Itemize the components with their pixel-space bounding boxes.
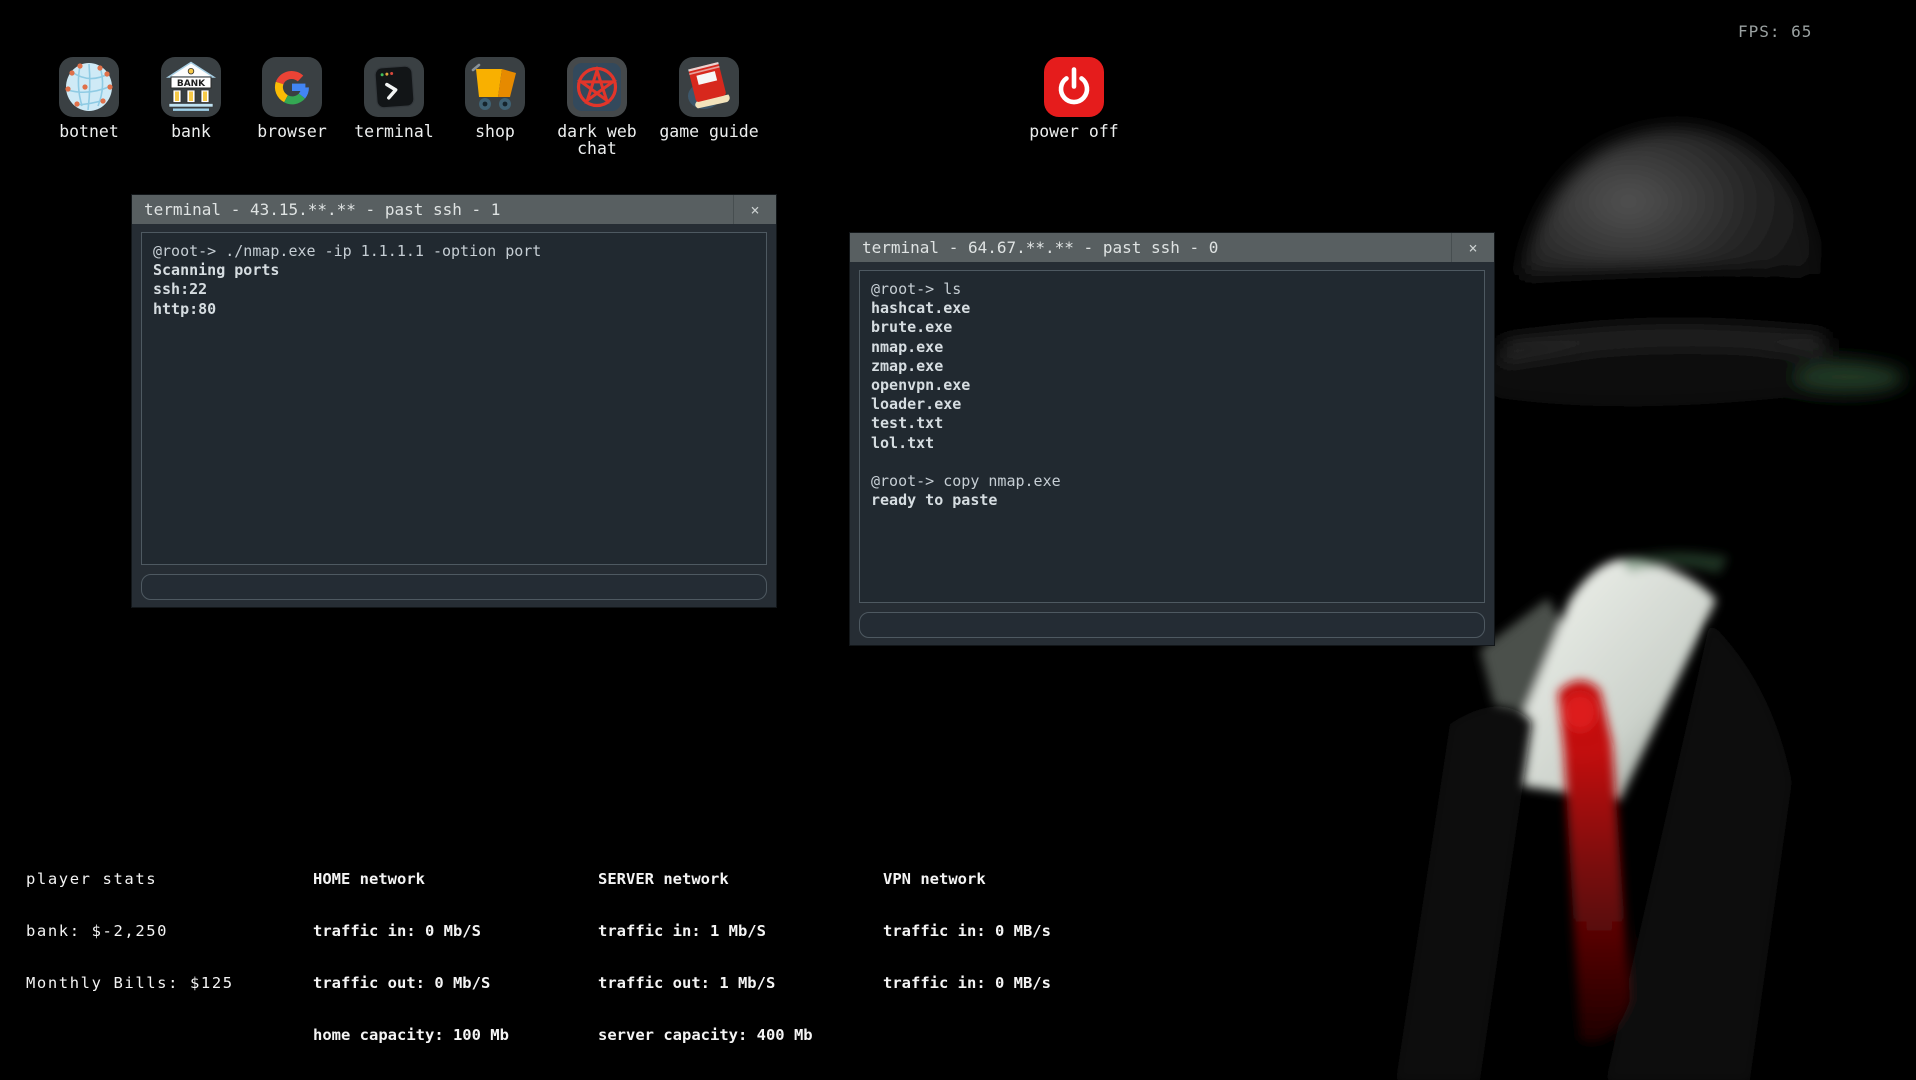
desktop-icon-terminal[interactable]: terminal [339, 56, 449, 140]
desktop-icon-game-guide[interactable]: game guide [654, 56, 764, 140]
stats-line: traffic in: 1 Mb/S [598, 923, 841, 940]
terminal-line: @root-> ./nmap.exe -ip 1.1.1.1 -option p… [153, 242, 755, 261]
terminal-line: openvpn.exe [871, 376, 1473, 395]
stats-line: traffic out: 1 Mb/S [598, 975, 841, 992]
stats-line: traffic in: 0 MB/s [883, 923, 1051, 940]
power-icon [1043, 56, 1105, 118]
terminal-window-1: terminal - 43.15.**.** - past ssh - 1 × … [131, 194, 777, 608]
window-title: terminal - 64.67.**.** - past ssh - 0 [862, 238, 1218, 257]
home-network-panel: HOME network traffic in: 0 Mb/S traffic … [313, 836, 509, 1080]
window-titlebar[interactable]: terminal - 43.15.**.** - past ssh - 1 × [132, 195, 776, 224]
browser-icon [261, 56, 323, 118]
stats-line: traffic in: 0 MB/s [883, 975, 1051, 992]
window-body: @root-> ./nmap.exe -ip 1.1.1.1 -option p… [132, 224, 776, 607]
icon-label: bank [136, 123, 246, 140]
icon-label: power off [1019, 123, 1129, 140]
icon-label: dark web chat [549, 123, 645, 157]
stats-line: bank: $-2,250 [26, 923, 234, 940]
desktop-icon-dark-web-chat[interactable]: dark web chat [549, 56, 645, 157]
close-icon[interactable]: × [733, 195, 776, 224]
botnet-icon [58, 56, 120, 118]
terminal-output: @root-> ls hashcat.exe brute.exe nmap.ex… [859, 270, 1485, 603]
suit-and-tie [1396, 622, 1792, 1080]
terminal-line: lol.txt [871, 434, 1473, 453]
terminal-window-2: terminal - 64.67.**.** - past ssh - 0 × … [849, 232, 1495, 646]
terminal-line: brute.exe [871, 318, 1473, 337]
terminal-line: ready to paste [871, 491, 1473, 510]
fps-counter: FPS: 65 [1738, 22, 1812, 41]
terminal-line: @root-> ls [871, 280, 1473, 299]
icon-label: terminal [339, 123, 449, 140]
stats-line: traffic in: 0 Mb/S [313, 923, 509, 940]
close-icon[interactable]: × [1451, 233, 1494, 262]
terminal-line: Scanning ports [153, 261, 755, 280]
shop-icon [464, 56, 526, 118]
book-icon [678, 56, 740, 118]
terminal-line: hashcat.exe [871, 299, 1473, 318]
bank-sign-text: BANK [177, 79, 206, 89]
terminal-line: loader.exe [871, 395, 1473, 414]
terminal-line: http:80 [153, 300, 755, 319]
terminal-line [871, 453, 1473, 472]
terminal-input[interactable] [141, 574, 767, 600]
bank-icon: BANK [160, 56, 222, 118]
stats-line: traffic out: 0 Mb/S [313, 975, 509, 992]
server-network-panel: SERVER network traffic in: 1 Mb/S traffi… [598, 836, 841, 1080]
desktop-icon-bank[interactable]: BANK bank [136, 56, 246, 140]
desktop-icon-botnet[interactable]: botnet [34, 56, 144, 140]
stats-line: home capacity: 100 Mb [313, 1027, 509, 1044]
window-titlebar[interactable]: terminal - 64.67.**.** - past ssh - 0 × [850, 233, 1494, 262]
terminal-line: ssh:22 [153, 280, 755, 299]
stats-line: Monthly Bills: $125 [26, 975, 234, 992]
fedora-hat [1476, 128, 1906, 407]
stats-title: player stats [26, 871, 234, 888]
desktop-icon-browser[interactable]: browser [237, 56, 347, 140]
stats-title: VPN network [883, 871, 1051, 888]
window-body: @root-> ls hashcat.exe brute.exe nmap.ex… [850, 262, 1494, 645]
terminal-line: zmap.exe [871, 357, 1473, 376]
stats-title: HOME network [313, 871, 509, 888]
player-stats-panel: player stats bank: $-2,250 Monthly Bills… [26, 836, 234, 1027]
icon-label: browser [237, 123, 347, 140]
desktop-icon-shop[interactable]: shop [440, 56, 550, 140]
icon-label: game guide [654, 123, 764, 140]
terminal-line: nmap.exe [871, 338, 1473, 357]
terminal-output: @root-> ./nmap.exe -ip 1.1.1.1 -option p… [141, 232, 767, 565]
terminal-line: test.txt [871, 414, 1473, 433]
vpn-network-panel: VPN network traffic in: 0 MB/s traffic i… [883, 836, 1051, 1027]
desktop-icon-power-off[interactable]: power off [1019, 56, 1129, 140]
window-title: terminal - 43.15.**.** - past ssh - 1 [144, 200, 500, 219]
shirt-collar [1480, 552, 1728, 800]
terminal-input[interactable] [859, 612, 1485, 638]
icon-label: shop [440, 123, 550, 140]
icon-label: botnet [34, 123, 144, 140]
pentagram-icon [566, 56, 628, 118]
stats-title: SERVER network [598, 871, 841, 888]
terminal-icon [363, 56, 425, 118]
desktop: FPS: 65 botnet BANK [0, 0, 1916, 1080]
stats-line: server capacity: 400 Mb [598, 1027, 841, 1044]
terminal-line: @root-> copy nmap.exe [871, 472, 1473, 491]
